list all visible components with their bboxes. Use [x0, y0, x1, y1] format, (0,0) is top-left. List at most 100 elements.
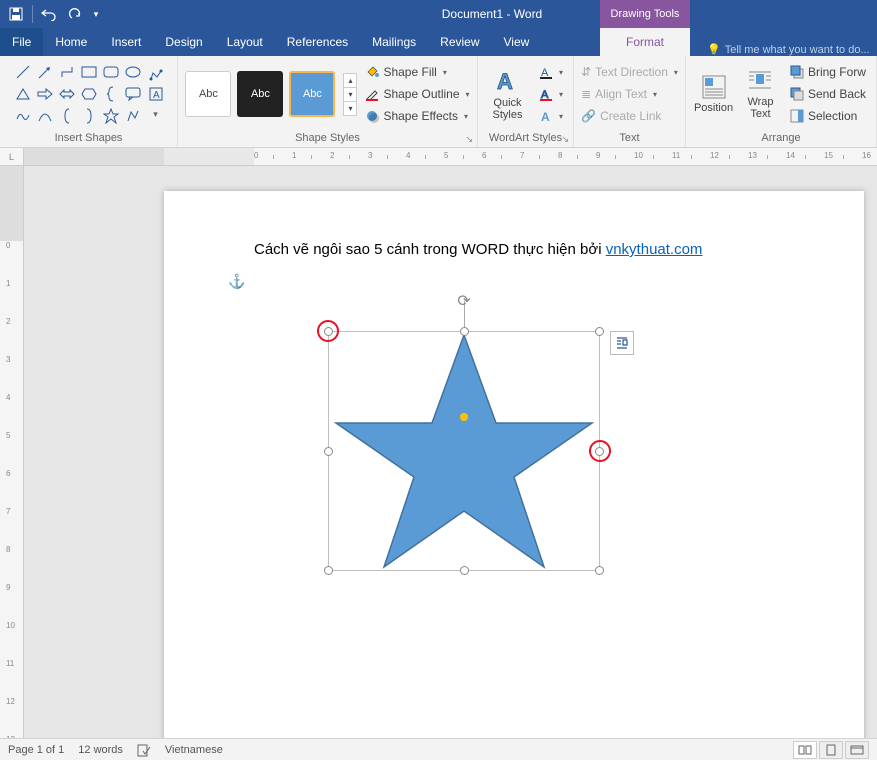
shape-rarrow-icon[interactable]	[35, 84, 55, 104]
rotation-handle-icon[interactable]: ⟳	[457, 291, 470, 311]
proofing-icon[interactable]	[137, 743, 151, 757]
shape-lbracket-icon[interactable]	[57, 106, 77, 126]
style-thumb-outline[interactable]: Abc	[185, 71, 231, 117]
body-paragraph[interactable]: Cách vẽ ngôi sao 5 cánh trong WORD thực …	[254, 241, 702, 259]
save-icon[interactable]	[4, 2, 28, 26]
position-icon	[701, 74, 727, 100]
shape-line-icon[interactable]	[13, 62, 33, 82]
shape-roundrect-icon[interactable]	[101, 62, 121, 82]
resize-handle-ne[interactable]	[595, 327, 604, 336]
shape-fill-button[interactable]: Shape Fill▾	[365, 62, 469, 82]
shape-freeform-icon[interactable]	[123, 106, 143, 126]
bring-forward-button[interactable]: Bring Forw	[786, 62, 870, 82]
tab-design[interactable]: Design	[153, 28, 214, 56]
quick-styles-label: Quick Styles	[490, 97, 525, 121]
shape-effects-label: Shape Effects	[383, 109, 458, 123]
wrap-text-button[interactable]: Wrap Text	[735, 64, 786, 124]
view-web-layout-button[interactable]	[845, 741, 869, 759]
create-link-button[interactable]: 🔗Create Link	[577, 106, 682, 126]
text-direction-button[interactable]: ⇵Text Direction▾	[577, 62, 682, 82]
shape-elbow-icon[interactable]	[57, 62, 77, 82]
send-backward-button[interactable]: Send Back	[786, 84, 870, 104]
contextual-tab-group-label: Drawing Tools	[600, 0, 690, 28]
align-text-label: Align Text	[595, 87, 647, 101]
shapes-gallery[interactable]	[13, 62, 143, 126]
vertical-ruler[interactable]: 1012345678910111213141516	[0, 166, 24, 738]
tab-insert[interactable]: Insert	[99, 28, 153, 56]
selected-shape[interactable]: ⟳	[328, 331, 600, 571]
status-words[interactable]: 12 words	[78, 744, 123, 756]
shape-rect-icon[interactable]	[79, 62, 99, 82]
pencil-icon	[365, 87, 379, 101]
resize-handle-se[interactable]	[595, 566, 604, 575]
shape-lbrace-icon[interactable]	[101, 84, 121, 104]
tab-layout[interactable]: Layout	[215, 28, 275, 56]
shape-outline-button[interactable]: Shape Outline▾	[365, 84, 469, 104]
align-text-button[interactable]: ≣Align Text▾	[577, 84, 682, 104]
view-read-mode-button[interactable]	[793, 741, 817, 759]
document-area[interactable]: Cách vẽ ngôi sao 5 cánh trong WORD thực …	[24, 166, 877, 738]
body-link[interactable]: vnkythuat.com	[606, 241, 703, 258]
shape-scribble-icon[interactable]	[13, 106, 33, 126]
tab-format[interactable]: Format	[600, 28, 690, 56]
anchor-icon[interactable]: ⚓	[228, 273, 245, 290]
document-title: Document1 - Word	[107, 7, 877, 21]
tab-review[interactable]: Review	[428, 28, 491, 56]
style-thumb-blue[interactable]: Abc	[289, 71, 335, 117]
shape-ellipse-icon[interactable]	[123, 62, 143, 82]
undo-icon[interactable]	[37, 2, 61, 26]
tab-mailings[interactable]: Mailings	[360, 28, 428, 56]
shape-arrow-icon[interactable]	[35, 62, 55, 82]
status-page[interactable]: Page 1 of 1	[8, 744, 64, 756]
text-box-icon[interactable]: A	[147, 85, 165, 103]
group-label-insert-shapes: Insert Shapes	[6, 130, 171, 147]
shape-effects-button[interactable]: Shape Effects▾	[365, 106, 469, 126]
resize-handle-w[interactable]	[324, 447, 333, 456]
gallery-up-icon[interactable]: ▴	[343, 73, 357, 88]
shape-dblarrow-icon[interactable]	[57, 84, 77, 104]
tell-me-search[interactable]: 💡 Tell me what you want to do...	[695, 43, 870, 56]
resize-handle-s[interactable]	[460, 566, 469, 575]
position-button[interactable]: Position	[692, 70, 735, 118]
view-print-layout-button[interactable]	[819, 741, 843, 759]
status-language[interactable]: Vietnamese	[165, 744, 223, 756]
highlight-ring-nw	[317, 320, 339, 342]
layout-options-button[interactable]	[610, 331, 634, 355]
style-thumb-dark[interactable]: Abc	[237, 71, 283, 117]
tab-references[interactable]: References	[275, 28, 360, 56]
shape-styles-launcher-icon[interactable]: ↘	[465, 134, 473, 145]
tab-file[interactable]: File	[0, 28, 43, 56]
edit-shape-icon[interactable]	[147, 65, 165, 83]
resize-handle-sw[interactable]	[324, 566, 333, 575]
star-shape[interactable]	[328, 331, 600, 571]
text-fill-button[interactable]: A▾	[535, 62, 567, 82]
horizontal-ruler[interactable]: 210123456789101112131415161718	[24, 148, 877, 166]
text-outline-button[interactable]: A▾	[535, 84, 567, 104]
svg-text:A: A	[153, 90, 160, 101]
group-label-shape-styles: Shape Styles	[295, 132, 360, 144]
tab-view[interactable]: View	[492, 28, 542, 56]
quick-styles-button[interactable]: A Quick Styles	[484, 63, 531, 125]
selection-pane-label: Selection	[808, 109, 857, 123]
group-label-text: Text	[580, 130, 679, 147]
shapes-more-icon[interactable]: ▾	[147, 105, 165, 123]
shape-arc-icon[interactable]	[35, 106, 55, 126]
group-label-arrange: Arrange	[692, 130, 870, 147]
tab-home[interactable]: Home	[43, 28, 99, 56]
shape-triangle-icon[interactable]	[13, 84, 33, 104]
shape-rbracket-icon[interactable]	[79, 106, 99, 126]
wordart-launcher-icon[interactable]: ↘	[561, 134, 569, 145]
shape-callout-icon[interactable]	[123, 84, 143, 104]
selection-pane-button[interactable]: Selection	[786, 106, 870, 126]
gallery-more-icon[interactable]: ▾	[343, 101, 357, 116]
shape-hexagon-icon[interactable]	[79, 84, 99, 104]
qat-customize-icon[interactable]: ▾	[89, 2, 103, 26]
redo-icon[interactable]	[63, 2, 87, 26]
shape-fill-label: Shape Fill	[383, 65, 436, 79]
text-effects-button[interactable]: A▾	[535, 106, 567, 126]
gallery-down-icon[interactable]: ▾	[343, 87, 357, 102]
resize-handle-n[interactable]	[460, 327, 469, 336]
shape-star-icon[interactable]	[101, 106, 121, 126]
bucket-icon	[365, 65, 379, 79]
adjustment-handle[interactable]	[460, 413, 468, 421]
